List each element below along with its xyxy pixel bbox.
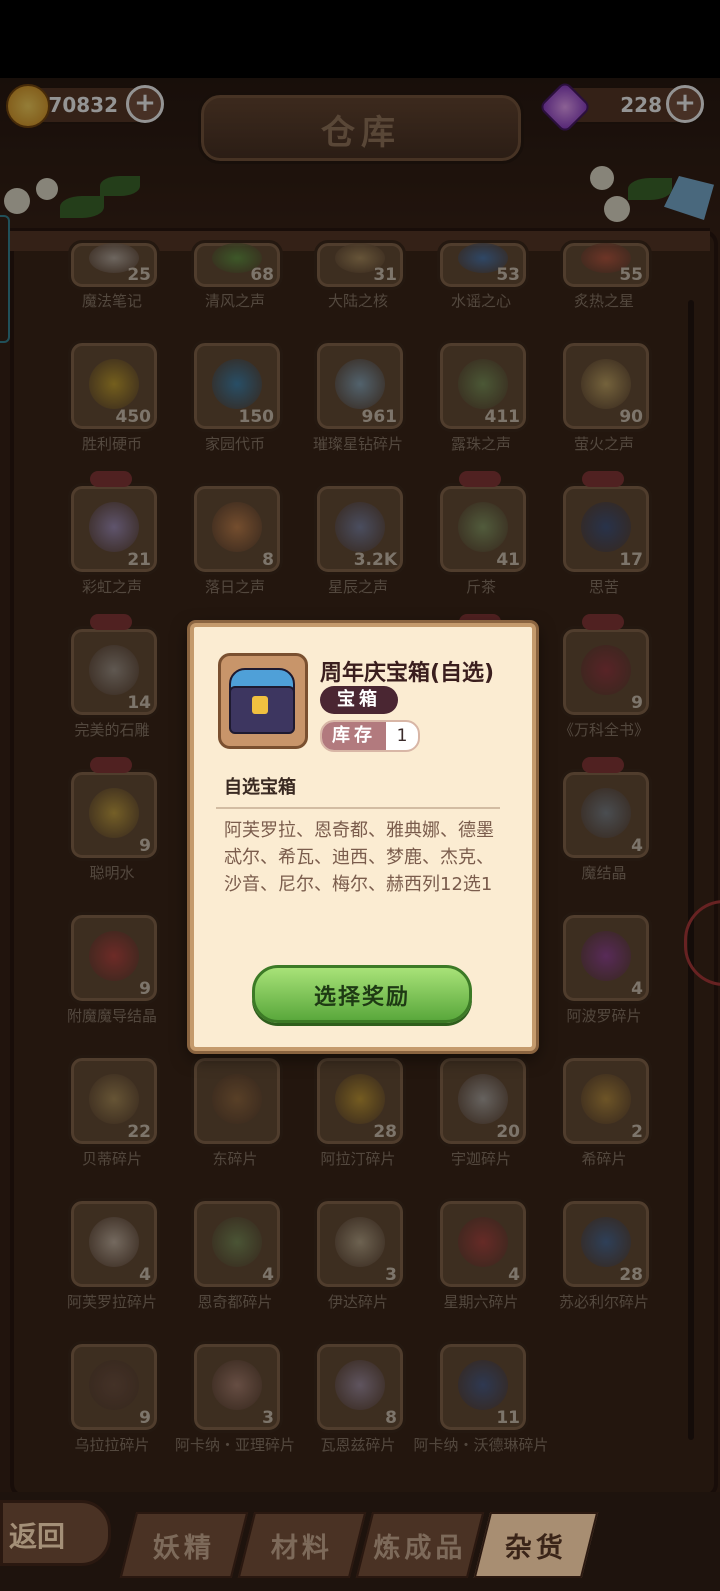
tab-fairy[interactable]: 妖精 — [119, 1512, 249, 1578]
divider — [216, 807, 500, 809]
stock-value: 1 — [396, 726, 408, 746]
tab-crafted[interactable]: 炼成品 — [355, 1512, 485, 1578]
tab-label: 材料 — [270, 1533, 333, 1564]
stock-label: 库存 — [322, 722, 386, 750]
tab-label: 妖精 — [152, 1533, 215, 1564]
choose-reward-button[interactable]: 选择奖励 — [252, 965, 472, 1023]
game-screen: 仓库 70832 + 228 + 25 魔法笔记 68 清风之声 31 大陆之核 53 水谣之… — [0, 0, 720, 1591]
tab-materials[interactable]: 材料 — [237, 1512, 367, 1578]
item-subtitle: 自选宝箱 — [224, 777, 296, 798]
item-description: 阿芙罗拉、恩奇都、雅典娜、德墨忒尔、希瓦、迪西、梦鹿、杰克、沙音、尼尔、梅尔、赫… — [224, 820, 494, 895]
chest-lock — [252, 696, 268, 714]
tab-misc[interactable]: 杂货 — [473, 1512, 599, 1578]
item-detail-dialog: 周年庆宝箱(自选) 宝箱 库存 1 自选宝箱 阿芙罗拉、恩奇都、雅典娜、德墨忒尔… — [190, 623, 536, 1051]
treasure-chest-icon — [218, 653, 308, 749]
item-title: 周年庆宝箱(自选) — [320, 661, 495, 686]
stock-badge: 库存 1 — [320, 720, 420, 752]
choose-reward-label: 选择奖励 — [313, 985, 410, 1010]
tab-label: 杂货 — [504, 1533, 567, 1564]
item-type-badge: 宝箱 — [320, 686, 398, 714]
back-button[interactable]: 返回 — [0, 1500, 111, 1566]
tab-label: 炼成品 — [373, 1533, 467, 1564]
back-label: 返回 — [9, 1520, 66, 1553]
